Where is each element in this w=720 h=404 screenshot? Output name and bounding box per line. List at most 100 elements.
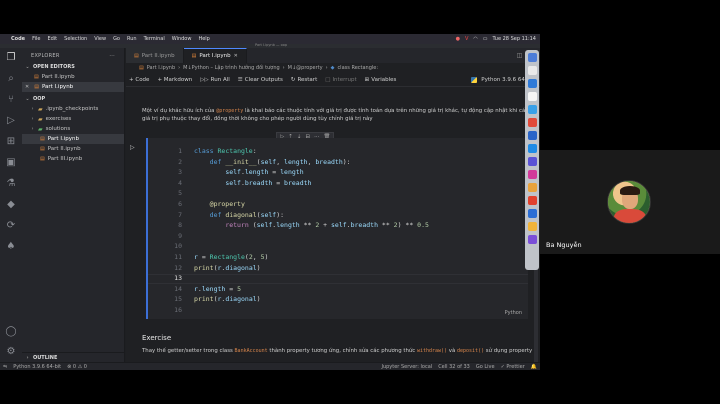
close-icon[interactable]: ✕ — [234, 53, 238, 59]
status-prettier[interactable]: ✓ Prettier — [501, 364, 525, 370]
tree-item-folder[interactable]: › ▰ solutions — [22, 124, 124, 134]
vivaldi-icon[interactable]: V — [465, 36, 468, 42]
dock-app-icon[interactable] — [527, 92, 537, 101]
testing-icon[interactable]: ⚗ — [5, 178, 17, 190]
tree-item-file[interactable]: ▤ Part II.ipynb — [22, 144, 124, 154]
status-python[interactable]: Python 3.9.6 64-bit — [13, 364, 61, 370]
dock-app-icon[interactable] — [527, 105, 537, 114]
clear-outputs-label: Clear Outputs — [244, 76, 283, 83]
code-cell[interactable]: 1 2 3 4 5 6 7 8 9 10 11 12 13 14 15 16 c… — [146, 138, 528, 319]
status-golive[interactable]: Go Live — [476, 364, 495, 370]
open-editor-item[interactable]: ✕ ▤ Part I.ipynb — [22, 82, 124, 92]
open-editors-section[interactable]: ⌄ OPEN EDITORS — [22, 62, 124, 72]
dock-app-icon[interactable] — [527, 222, 537, 231]
dock-app-icon[interactable] — [527, 118, 537, 127]
dock-app-icon[interactable] — [527, 79, 537, 88]
mongodb-icon[interactable]: ♠ — [5, 241, 17, 253]
status-cell[interactable]: Cell 32 of 33 — [438, 364, 470, 370]
dock-app-icon[interactable] — [527, 66, 537, 75]
menu-view[interactable]: View — [94, 36, 106, 42]
explorer-header: EXPLORER ··· — [22, 48, 124, 62]
tree-item-folder[interactable]: › ▰ .ipynb_checkpoints — [22, 104, 124, 114]
chevron-down-icon: ⌄ — [25, 96, 30, 102]
interrupt-button[interactable]: □ Interrupt — [325, 77, 356, 83]
dock-app-icon[interactable] — [527, 235, 537, 244]
avatar — [607, 180, 651, 224]
account-icon[interactable]: ◯ — [5, 326, 17, 338]
tree-item-label: Part I.ipynb — [47, 136, 79, 142]
close-icon[interactable]: ✕ — [25, 84, 29, 90]
dock-app-icon[interactable] — [527, 170, 537, 179]
battery-icon[interactable]: ▭ — [483, 36, 488, 42]
markdown-cell-exercise[interactable]: Exercise Thay thế getter/setter trong cl… — [142, 334, 534, 356]
folder-icon: ▰ — [38, 105, 43, 113]
menu-selection[interactable]: Selection — [64, 36, 87, 42]
run-debug-icon[interactable]: ▷ — [5, 115, 17, 127]
tree-item-file[interactable]: ▤ Part I.ipynb — [22, 134, 124, 144]
live-share-icon[interactable]: ⟳ — [5, 220, 17, 232]
menu-window[interactable]: Window — [172, 36, 192, 42]
dock-app-icon[interactable] — [527, 183, 537, 192]
clear-outputs-button[interactable]: ☰ Clear Outputs — [238, 77, 283, 83]
run-cell-icon[interactable]: ▷ — [130, 144, 135, 151]
dock-app-icon[interactable] — [527, 157, 537, 166]
menu-help[interactable]: Help — [198, 36, 209, 42]
remote-explorer-icon[interactable]: ▣ — [5, 157, 17, 169]
folder-section[interactable]: ⌄ OOP — [22, 94, 124, 104]
variables-button[interactable]: ⊞ Variables — [365, 77, 397, 83]
tree-item-folder[interactable]: › ▰ exercises — [22, 114, 124, 124]
outline-section[interactable]: › OUTLINE — [22, 352, 124, 362]
record-icon[interactable]: ● — [456, 36, 460, 42]
dock-app-icon[interactable] — [527, 53, 537, 62]
menu-app[interactable]: Code — [11, 36, 25, 42]
remote-icon[interactable]: ⇋ — [3, 364, 7, 370]
breadcrumb-item[interactable]: M↓@property — [288, 65, 323, 71]
menu-edit[interactable]: Edit — [47, 36, 57, 42]
more-actions-icon[interactable]: ··· — [109, 53, 115, 59]
dock-app-icon[interactable] — [527, 209, 537, 218]
breadcrumb-item[interactable]: class Rectangle: — [337, 65, 378, 71]
tab-part-i[interactable]: ▤ Part I.ipynb ✕ — [183, 48, 247, 63]
extensions-icon[interactable]: ⊞ — [5, 136, 17, 148]
dock-app-icon[interactable] — [527, 196, 537, 205]
menu-file[interactable]: File — [32, 36, 40, 42]
dock-app-icon[interactable] — [527, 144, 537, 153]
tab-part-ii[interactable]: ▤ Part II.ipynb — [126, 48, 184, 63]
breadcrumb-sep: › — [178, 65, 181, 71]
source-control-icon[interactable]: ⑂ — [5, 94, 17, 106]
status-jupyter[interactable]: Jupyter Server: local — [381, 364, 432, 370]
status-problems[interactable]: ⊗ 0 ⚠ 0 — [67, 364, 87, 370]
breadcrumb-item[interactable]: Part I.ipynb — [147, 65, 175, 71]
breadcrumb-sep: › — [325, 65, 328, 71]
notebook-editor: ▤ Part II.ipynb ▤ Part I.ipynb ✕ ◫ ··· ▤… — [126, 48, 540, 363]
status-right: Jupyter Server: local Cell 32 of 33 Go L… — [381, 364, 537, 370]
add-markdown-cell-button[interactable]: + Markdown — [157, 77, 192, 83]
settings-gear-icon[interactable]: ⚙ — [5, 346, 17, 358]
open-editors-label: OPEN EDITORS — [33, 64, 75, 70]
add-code-cell-button[interactable]: + Code — [129, 77, 149, 83]
stop-icon: □ — [325, 76, 331, 83]
run-all-button[interactable]: ▷▷ Run All — [200, 77, 230, 83]
explorer-icon[interactable]: ❐ — [5, 52, 17, 64]
breadcrumb-item[interactable]: M↓Python – Lập trình hướng đối tượng — [183, 65, 280, 71]
notifications-icon[interactable]: 🔔 — [531, 364, 537, 370]
search-icon[interactable]: ⌕ — [5, 73, 17, 85]
open-editor-item[interactable]: ▤ Part II.ipynb — [22, 72, 124, 82]
chevron-right-icon: › — [31, 106, 34, 112]
restart-icon: ↻ — [290, 76, 296, 83]
markdown-cell-intro[interactable]: Một ví dụ khác hữu ích của @property là … — [142, 108, 534, 123]
restart-button[interactable]: ↻ Restart — [291, 77, 317, 83]
code-content[interactable]: class Rectangle: def __init__(self, leng… — [194, 146, 429, 316]
cell-language[interactable]: Python — [505, 310, 522, 316]
wifi-icon[interactable]: ◠ — [473, 36, 477, 42]
dock-app-icon[interactable] — [527, 131, 537, 140]
clock[interactable]: Tue 28 Sep 11:14 — [492, 36, 536, 42]
variables-icon: ⊞ — [364, 76, 370, 83]
menu-run[interactable]: Run — [127, 36, 137, 42]
tree-item-label: Part II.ipynb — [47, 146, 81, 152]
split-editor-icon[interactable]: ◫ — [517, 52, 523, 59]
docker-icon[interactable]: ◆ — [5, 199, 17, 211]
menu-terminal[interactable]: Terminal — [144, 36, 165, 42]
menu-go[interactable]: Go — [113, 36, 120, 42]
tree-item-file[interactable]: ▤ Part III.ipynb — [22, 154, 124, 164]
